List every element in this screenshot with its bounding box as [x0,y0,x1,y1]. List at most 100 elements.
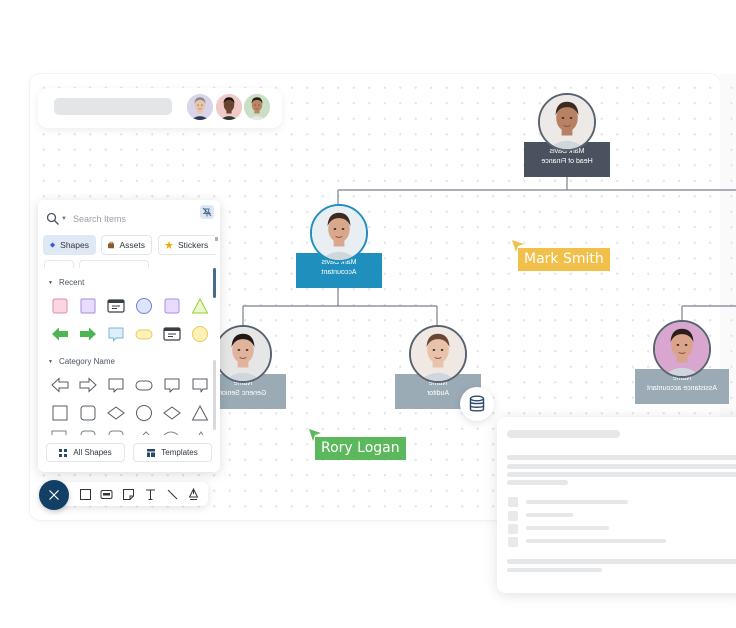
templates-button[interactable]: Templates [133,443,212,462]
yellow-circle-icon [192,326,208,342]
shape-item-yellow-pill[interactable] [130,324,158,344]
collapse-caret-icon: ▼ [48,358,53,365]
diamond-icon [50,242,56,248]
search-icon[interactable] [46,212,60,226]
doc-text-placeholder [507,480,568,485]
tabs-scroll-indicator[interactable] [215,237,218,241]
shape-item-callout-outline-3[interactable] [186,375,214,395]
palette-scrollbar-thumb[interactable] [213,268,216,298]
search-scope-caret-icon[interactable]: ▼ [61,216,67,222]
doc-checkbox-placeholder[interactable] [508,537,518,547]
doc-text-placeholder [507,472,736,477]
shape-item-pill-outline[interactable] [130,375,158,395]
grid-icon [59,448,68,457]
pen-tool[interactable] [187,488,200,501]
tab-ghost[interactable] [79,260,149,268]
section-category-name[interactable]: ▼ Category Name [48,357,115,366]
doc-list-placeholder [526,513,573,517]
org-node-assistant-accountant[interactable]: Name Assistance accountant [635,320,729,404]
rectangle-tool[interactable] [79,488,92,501]
portrait-image [540,95,594,149]
pill-outline-icon [135,380,153,391]
shape-item-triangle-outline[interactable] [186,403,214,423]
collaborator-avatar[interactable] [242,92,272,122]
shape-item-lilac-square[interactable] [74,296,102,316]
doc-text-placeholder [507,455,736,460]
org-node-title: Assistance accountant [646,385,718,392]
shape-item-callout-outline-2[interactable] [158,375,186,395]
card-icon [100,490,113,499]
star-icon [165,241,173,249]
org-node-accountant[interactable]: Mark Davis Accountant [296,204,382,288]
window-card-2-icon [163,327,181,341]
line-tool[interactable] [166,488,179,501]
tab-assets[interactable]: Assets [101,235,152,255]
yellow-pill-icon [135,329,153,340]
portrait-image [216,94,242,120]
section-label: Category Name [58,357,115,366]
pin-palette-button[interactable] [200,205,214,219]
shape-item-green-arrow-right[interactable] [74,324,102,344]
collapse-caret-icon: ▼ [48,279,53,286]
app-screen: Mark Davis Head of Finance Mark Davis Ac… [0,0,736,628]
shape-item-rounded-square-outline[interactable] [74,403,102,423]
palette-search: ▼ [46,210,216,228]
shape-item-arrow-right-outline[interactable] [74,375,102,395]
shape-item-blue-circle[interactable] [130,296,158,316]
doc-checkbox-placeholder[interactable] [508,511,518,521]
org-node-photo [653,320,711,378]
shape-item-window-card[interactable] [102,296,130,316]
org-node-head-of-finance[interactable]: Mark Davis Head of Finance [524,93,610,177]
lilac-square-icon [80,298,96,314]
tab-shapes[interactable]: Shapes [43,235,96,255]
text-tool[interactable] [144,488,157,501]
shape-item-green-triangle[interactable] [186,296,214,316]
org-node-photo [214,325,272,383]
search-input[interactable] [72,214,193,224]
shape-item-blue-callout[interactable] [102,324,130,344]
callout-outline-3-icon [192,378,208,393]
shape-item-diamond-outline-2[interactable] [158,403,186,423]
shape-item-window-card-2[interactable] [158,324,186,344]
green-triangle-icon [191,297,209,314]
database-button[interactable] [460,387,494,421]
blue-callout-icon [108,327,124,342]
shape-item-lilac-square-2[interactable] [158,296,186,316]
collaborator-avatar[interactable] [214,92,244,122]
doc-checkbox-placeholder[interactable] [508,524,518,534]
close-toolbar-button[interactable] [39,480,69,510]
green-arrow-right-icon [80,327,96,341]
section-recent[interactable]: ▼ Recent [48,278,84,287]
sticky-note-tool[interactable] [122,488,135,501]
unpin-icon [202,207,212,217]
tab-label: Shapes [60,240,89,250]
all-shapes-button[interactable]: All Shapes [46,443,125,462]
document-title-placeholder[interactable] [54,98,172,115]
tab-stickers[interactable]: Stickers [158,235,215,255]
doc-checkbox-placeholder[interactable] [508,497,518,507]
lilac-square-2-icon [164,298,180,314]
tab-ghost[interactable] [44,260,74,268]
green-arrow-left-icon [52,327,68,341]
tab-label: Assets [119,240,145,250]
more-shapes-row-partial [51,430,204,435]
palette-tabs: Shapes Assets Stickers [43,235,215,257]
pink-square-icon [52,298,68,314]
shape-item-callout-outline[interactable] [102,375,130,395]
card-tool[interactable] [100,488,113,501]
all-shapes-label: All Shapes [73,448,112,457]
shape-item-circle-outline[interactable] [130,403,158,423]
shape-item-diamond-outline[interactable] [102,403,130,423]
shape-item-yellow-circle[interactable] [186,324,214,344]
document-preview-card[interactable] [497,417,736,593]
shape-item-green-arrow-left[interactable] [46,324,74,344]
shape-item-pink-square[interactable] [46,296,74,316]
org-node-photo [409,325,467,383]
arrow-right-outline-icon [79,377,97,393]
shape-item-square-outline[interactable] [46,403,74,423]
tab-label: Stickers [178,240,209,250]
collaborator-avatar[interactable] [185,92,215,122]
callout-outline-2-icon [164,378,180,393]
sticky-note-icon [123,489,134,500]
shape-item-arrow-left-outline[interactable] [46,375,74,395]
